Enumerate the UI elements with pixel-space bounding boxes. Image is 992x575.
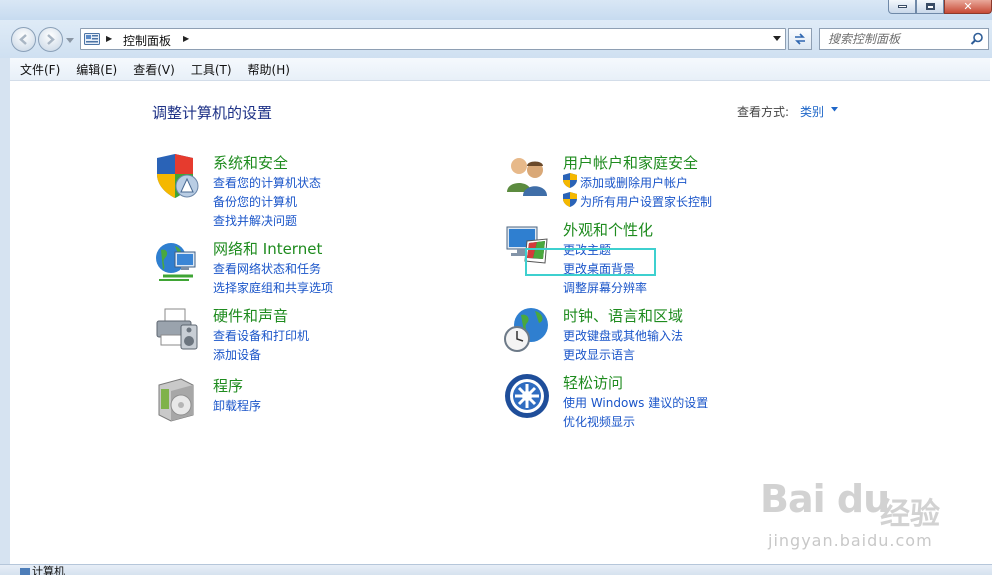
link-view-devices-printers[interactable]: 查看设备和打印机 <box>213 327 309 344</box>
recent-pages-dropdown-icon[interactable] <box>66 36 74 44</box>
back-button[interactable] <box>11 27 36 52</box>
menu-help[interactable]: 帮助(H) <box>240 61 298 78</box>
link-parental-controls[interactable]: 为所有用户设置家长控制 <box>563 193 712 210</box>
category-title[interactable]: 轻松访问 <box>563 372 623 393</box>
category-title[interactable]: 用户帐户和家庭安全 <box>563 152 698 173</box>
maximize-icon <box>925 3 935 10</box>
search-box[interactable] <box>819 28 989 50</box>
chevron-down-icon[interactable] <box>831 107 838 112</box>
menu-bar: 文件(F) 编辑(E) 查看(V) 工具(T) 帮助(H) <box>10 58 990 81</box>
address-path[interactable]: 控制面板 <box>123 32 171 49</box>
watermark-logo: Bai du <box>760 477 890 521</box>
search-icon[interactable] <box>970 32 984 46</box>
view-by-dropdown[interactable]: 类别 <box>800 103 824 120</box>
refresh-icon <box>795 33 805 45</box>
link-find-fix-problems[interactable]: 查找并解决问题 <box>213 212 297 229</box>
close-icon: ✕ <box>963 0 973 13</box>
link-add-device[interactable]: 添加设备 <box>213 346 261 363</box>
menu-tools[interactable]: 工具(T) <box>183 61 240 78</box>
address-bar[interactable]: ▶ 控制面板 ▶ <box>80 28 786 50</box>
address-separator-icon[interactable]: ▶ <box>183 34 189 43</box>
status-text: 计算机 <box>32 565 65 575</box>
clock-globe-icon[interactable] <box>503 305 551 353</box>
users-icon[interactable] <box>503 152 551 200</box>
watermark-brand: 经验 <box>880 497 940 532</box>
link-backup-computer[interactable]: 备份您的计算机 <box>213 193 297 210</box>
link-homegroup-sharing[interactable]: 选择家庭组和共享选项 <box>213 279 333 296</box>
search-input[interactable] <box>820 29 968 49</box>
close-button[interactable]: ✕ <box>944 0 992 14</box>
link-change-keyboard-input[interactable]: 更改键盘或其他输入法 <box>563 327 683 344</box>
category-title[interactable]: 网络和 Internet <box>213 238 322 259</box>
title-bar: ✕ <box>0 0 992 20</box>
maximize-button[interactable] <box>916 0 944 14</box>
control-panel-icon <box>84 33 100 45</box>
view-by-label: 查看方式: <box>737 105 790 119</box>
baidu-watermark: Bai du 经验 jingyan.baidu.com <box>760 467 960 557</box>
shield-icon[interactable] <box>153 152 201 200</box>
link-view-computer-status[interactable]: 查看您的计算机状态 <box>213 174 321 191</box>
category-title[interactable]: 硬件和声音 <box>213 305 288 326</box>
menu-edit[interactable]: 编辑(E) <box>68 61 125 78</box>
refresh-button[interactable] <box>788 28 812 50</box>
category-title[interactable]: 系统和安全 <box>213 152 288 173</box>
category-title[interactable]: 程序 <box>213 375 243 396</box>
navigation-bar: ▶ 控制面板 ▶ <box>0 20 992 58</box>
link-change-display-language[interactable]: 更改显示语言 <box>563 346 635 363</box>
menu-file[interactable]: 文件(F) <box>12 61 68 78</box>
programs-box-icon[interactable] <box>153 375 201 423</box>
computer-icon <box>20 568 30 575</box>
window-controls: ✕ <box>888 0 992 14</box>
category-title[interactable]: 外观和个性化 <box>563 219 653 240</box>
link-optimize-video-display[interactable]: 优化视频显示 <box>563 413 635 430</box>
forward-arrow-icon <box>47 34 55 45</box>
page-title: 调整计算机的设置 <box>152 104 273 122</box>
printer-icon[interactable] <box>153 305 201 353</box>
link-add-remove-accounts[interactable]: 添加或删除用户帐户 <box>563 174 688 191</box>
window-left-border <box>0 58 10 575</box>
network-globe-icon[interactable] <box>153 238 201 286</box>
control-panel-content: 调整计算机的设置 查看方式: 类别 系统和安全 查看您的计算机状态 备份您的计算… <box>10 82 992 564</box>
address-separator-icon[interactable]: ▶ <box>106 34 112 43</box>
highlight-annotation <box>525 248 656 276</box>
link-adjust-resolution[interactable]: 调整屏幕分辨率 <box>563 279 647 296</box>
category-title[interactable]: 时钟、语言和区域 <box>563 305 683 326</box>
watermark-url: jingyan.baidu.com <box>768 531 933 550</box>
ease-of-access-icon[interactable] <box>503 372 551 420</box>
menu-view[interactable]: 查看(V) <box>125 61 183 78</box>
minimize-button[interactable] <box>888 0 916 14</box>
link-recommended-settings[interactable]: 使用 Windows 建议的设置 <box>563 394 708 411</box>
minimize-icon <box>897 5 907 8</box>
forward-button[interactable] <box>38 27 63 52</box>
link-view-network-status[interactable]: 查看网络状态和任务 <box>213 260 321 277</box>
status-bar: 计算机 <box>0 564 992 575</box>
address-dropdown-icon[interactable] <box>773 36 781 42</box>
back-arrow-icon <box>19 34 27 45</box>
link-uninstall-program[interactable]: 卸载程序 <box>213 397 261 414</box>
